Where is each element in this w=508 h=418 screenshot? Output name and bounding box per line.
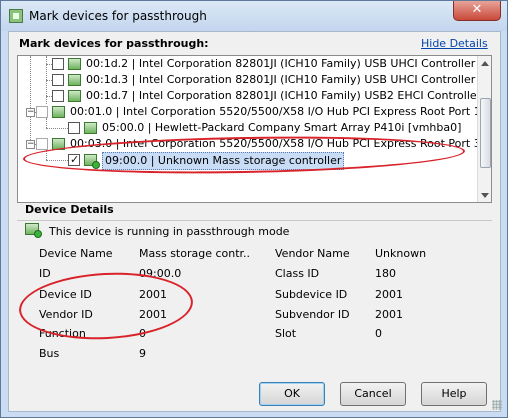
tree-row[interactable]: 05:00.0 | Hewlett-Packard Company Smart … bbox=[18, 120, 477, 136]
scroll-up-icon[interactable] bbox=[481, 61, 489, 66]
pci-device-icon bbox=[68, 74, 81, 86]
field-label: Device Name bbox=[39, 247, 113, 260]
field-label: Subvendor ID bbox=[275, 308, 350, 321]
field-label: Vendor Name bbox=[275, 247, 350, 260]
field-label: Bus bbox=[39, 347, 60, 360]
tree-row[interactable]: 00:1d.2 | Intel Corporation 82801JI (ICH… bbox=[18, 56, 491, 72]
tree-row[interactable]: − 00:01.0 | Intel Corporation 5520/5500/… bbox=[18, 104, 481, 120]
collapse-toggle[interactable]: − bbox=[26, 108, 35, 117]
tree-vertical-scrollbar[interactable] bbox=[477, 56, 491, 202]
passthrough-checkbox[interactable] bbox=[52, 74, 64, 86]
field-value: 0 bbox=[375, 327, 382, 340]
cancel-button[interactable]: Cancel bbox=[340, 382, 406, 406]
tree-row-label: 00:1d.2 | Intel Corporation 82801JI (ICH… bbox=[86, 57, 492, 70]
tree-row-label: 00:01.0 | Intel Corporation 5520/5500/X5… bbox=[70, 105, 481, 118]
device-tree[interactable]: 00:1d.2 | Intel Corporation 82801JI (ICH… bbox=[17, 55, 492, 203]
section-heading: Mark devices for passthrough: bbox=[19, 37, 209, 50]
tree-row-label: 05:00.0 | Hewlett-Packard Company Smart … bbox=[102, 121, 462, 134]
close-button[interactable]: ✕ bbox=[453, 1, 501, 21]
field-label: ID bbox=[39, 267, 51, 280]
field-label: Subdevice ID bbox=[275, 288, 348, 301]
pci-device-icon bbox=[68, 58, 81, 70]
ok-button[interactable]: OK bbox=[259, 382, 325, 406]
field-value: Mass storage contr.. bbox=[139, 247, 251, 260]
tree-row-label: 00:1d.3 | Intel Corporation 82801JI (ICH… bbox=[86, 73, 492, 86]
field-label: Slot bbox=[275, 327, 297, 340]
scroll-thumb[interactable] bbox=[480, 98, 491, 168]
dialog-window: Mark devices for passthrough ✕ Mark devi… bbox=[0, 0, 508, 418]
device-icon bbox=[9, 9, 23, 23]
passthrough-checkbox[interactable] bbox=[68, 122, 80, 134]
pci-bridge-icon bbox=[52, 106, 65, 118]
field-value: 2001 bbox=[375, 308, 403, 321]
field-value: 2001 bbox=[375, 288, 403, 301]
hide-details-link[interactable]: Hide Details bbox=[421, 37, 488, 50]
tree-row[interactable]: 00:1d.3 | Intel Corporation 82801JI (ICH… bbox=[18, 72, 491, 88]
passthrough-checkbox[interactable] bbox=[36, 138, 48, 150]
pci-device-icon bbox=[84, 122, 97, 134]
field-value: 9 bbox=[139, 347, 146, 360]
field-value: Unknown bbox=[375, 247, 427, 260]
device-details-heading: Device Details bbox=[25, 203, 114, 216]
help-button[interactable]: Help bbox=[421, 382, 487, 406]
pci-device-icon bbox=[68, 90, 81, 102]
resize-grip-icon[interactable] bbox=[492, 400, 502, 410]
dialog-client-area: Mark devices for passthrough: Hide Detai… bbox=[8, 31, 502, 412]
tree-row-label: 00:1d.7 | Intel Corporation 82801JI (ICH… bbox=[86, 89, 492, 102]
passthrough-checkbox[interactable] bbox=[52, 58, 64, 70]
collapse-toggle[interactable]: − bbox=[26, 140, 35, 149]
field-value: 180 bbox=[375, 267, 396, 280]
passthrough-checkbox[interactable] bbox=[52, 90, 64, 102]
passthrough-checkbox[interactable] bbox=[36, 106, 48, 118]
passthrough-status-icon bbox=[25, 223, 42, 238]
tree-row[interactable]: 00:1d.7 | Intel Corporation 82801JI (ICH… bbox=[18, 88, 491, 104]
field-label: Class ID bbox=[275, 267, 320, 280]
window-title: Mark devices for passthrough bbox=[29, 9, 207, 23]
scroll-down-icon[interactable] bbox=[481, 193, 489, 198]
passthrough-status-text: This device is running in passthrough mo… bbox=[49, 225, 290, 238]
title-bar[interactable]: Mark devices for passthrough ✕ bbox=[1, 1, 507, 31]
details-divider bbox=[17, 220, 492, 221]
